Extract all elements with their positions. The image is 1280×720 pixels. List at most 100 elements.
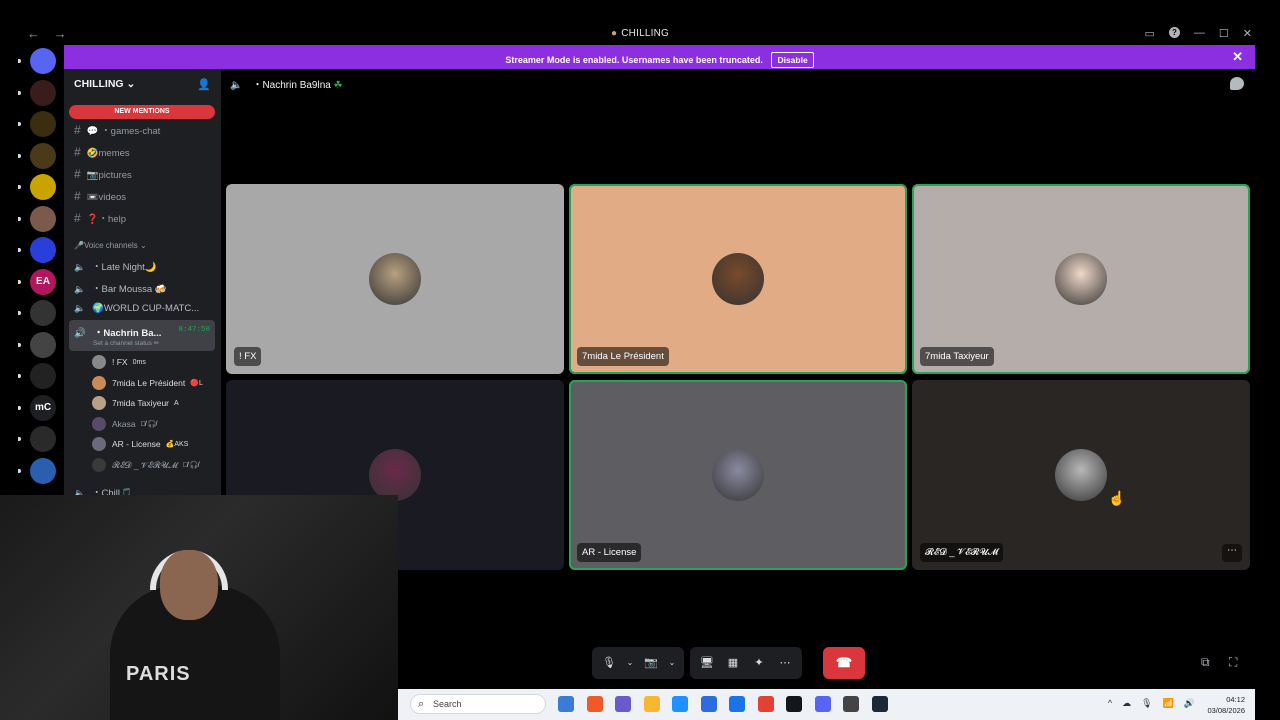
channel-memes[interactable]: # 🤣memes: [74, 145, 130, 159]
unread-pip: [18, 59, 21, 63]
participant-name-label: 𝓡𝓔𝓓 _ 𝓥𝓔𝓡𝓤𝓜: [920, 543, 1004, 562]
tray-icon[interactable]: 📶: [1163, 698, 1174, 709]
chat-bubble-icon[interactable]: [1230, 77, 1244, 90]
microphone-icon[interactable]: 🎙: [598, 652, 620, 674]
voice-member[interactable]: ! FX 0ms: [92, 355, 146, 369]
tray-icon[interactable]: ^: [1108, 698, 1112, 709]
voice-member[interactable]: 7mida Taxiyeur A: [92, 396, 179, 411]
unread-pip: [18, 122, 21, 126]
participant-tile[interactable]: 7mida Taxiyeur: [912, 184, 1250, 374]
server-icon[interactable]: [30, 205, 56, 232]
participant-tile[interactable]: 7mida Le Président: [569, 184, 907, 374]
taskbar-app-icon[interactable]: [615, 696, 631, 712]
voice-channel-bar-moussa[interactable]: 🔈 ・Bar Moussa 🍻: [74, 281, 167, 295]
fullscreen-icon[interactable]: ⛶: [1229, 655, 1237, 670]
voice-member[interactable]: Akasa 🎙̸ 🎧̸: [92, 416, 157, 431]
voice-member[interactable]: AR - License 💰AKS: [92, 437, 189, 452]
taskbar-clock[interactable]: 04:12 03/08/2026: [1207, 694, 1245, 716]
taskbar-app-icon[interactable]: [757, 696, 774, 712]
disconnect-button[interactable]: ☎: [823, 647, 865, 679]
server-icon[interactable]: [30, 457, 56, 484]
more-options-icon[interactable]: ⋯: [774, 652, 796, 674]
taskbar-app-icon[interactable]: [729, 696, 745, 712]
taskbar-app-icon[interactable]: [700, 696, 717, 712]
close-banner-icon[interactable]: ✕: [1232, 49, 1243, 65]
chevron-down-icon[interactable]: ⌄: [624, 652, 636, 674]
server-icon[interactable]: [30, 48, 56, 74]
server-icon[interactable]: [30, 174, 56, 200]
server-icon[interactable]: [30, 142, 56, 169]
taskbar-app-icon[interactable]: [586, 696, 603, 712]
popout-icon[interactable]: ⧉: [1201, 655, 1210, 670]
server-name[interactable]: CHILLING ⌄: [74, 78, 135, 90]
participant-name-label: 7mida Taxiyeur: [920, 347, 994, 366]
voice-channel-world-cup[interactable]: 🔈 🌍WORLD CUP-MATC...: [74, 303, 199, 314]
tray-icon[interactable]: 🎙: [1141, 698, 1152, 709]
channel-games-chat[interactable]: # 💬 ・games-chat: [74, 123, 160, 137]
new-mentions-pill[interactable]: NEW MENTIONS: [69, 105, 215, 119]
member-name: 𝓡𝓔𝓓 _ 𝓥𝓔𝓡𝓤𝓜: [112, 459, 178, 470]
unread-pip: [18, 153, 21, 158]
member-status-tag: 💰AKS: [165, 441, 189, 449]
discord-window: ← → ● CHILLING ▭ ? — ☐ ✕ Streamer Mode is…: [0, 0, 1280, 720]
voice-member[interactable]: 𝓡𝓔𝓓 _ 𝓥𝓔𝓡𝓤𝓜 🎙̸ 🎧̸: [92, 458, 199, 472]
server-icon[interactable]: [30, 331, 56, 358]
tray-icon[interactable]: 🔊: [1184, 698, 1195, 709]
channel-pictures[interactable]: # 📷pictures: [74, 167, 132, 181]
tray-icon[interactable]: ☁: [1122, 698, 1131, 709]
taskbar-app-icon[interactable]: [786, 696, 802, 712]
call-channel-name: ・Nachrin Ba9lna: [252, 80, 331, 91]
taskbar-app-icon[interactable]: [672, 696, 688, 712]
banner-message: Streamer Mode is enabled. Usernames have…: [64, 52, 1255, 68]
avatar: [92, 375, 106, 390]
server-icon[interactable]: [30, 363, 56, 389]
speaker-icon: 🔈: [74, 284, 86, 294]
participant-avatar: [712, 449, 764, 501]
server-icon[interactable]: mC: [30, 394, 56, 421]
minimize-icon[interactable]: —: [1194, 27, 1205, 40]
disable-streamer-mode-button[interactable]: Disable: [771, 52, 814, 68]
voice-member[interactable]: 7mida Le Président 🔴L: [92, 375, 203, 390]
voice-channels-category[interactable]: 🎤Voice channels ⌄: [74, 241, 147, 250]
participant-tile[interactable]: ! FX: [226, 184, 564, 374]
taskbar-app-icon[interactable]: [643, 696, 660, 712]
soundboard-icon[interactable]: ✦: [748, 652, 770, 674]
windows-taskbar: Search ^ ☁ 🎙 📶 🔊 04:12 03/08/2026: [398, 689, 1255, 720]
server-icon[interactable]: [30, 426, 56, 452]
activities-icon[interactable]: ▦: [722, 652, 744, 674]
chevron-down-icon[interactable]: ⌄: [666, 652, 678, 674]
active-voice-channel[interactable]: 🔊 ・Nachrin Ba... 8:47:50 Set a channel st…: [69, 320, 215, 351]
taskbar-app-icon[interactable]: [843, 696, 859, 712]
taskbar-app-icon[interactable]: [814, 696, 831, 712]
call-timer: 8:47:50: [178, 326, 210, 334]
voice-channel-label: 🌍WORLD CUP-MATC...: [92, 303, 200, 314]
clover-icon: ☘: [333, 80, 343, 91]
window-title: ● CHILLING: [0, 28, 1280, 39]
channel-videos[interactable]: # 📼videos: [74, 189, 126, 203]
banner-text: Streamer Mode is enabled. Usernames have…: [505, 55, 763, 65]
set-channel-status[interactable]: Set a channel status ✏: [93, 339, 159, 347]
participant-tile[interactable]: 𝓡𝓔𝓓 _ 𝓥𝓔𝓡𝓤𝓜 ⋯ ☝: [912, 380, 1250, 570]
tile-more-options-icon[interactable]: ⋯: [1222, 544, 1242, 562]
server-icon[interactable]: [30, 237, 56, 263]
camera-off-icon[interactable]: 📷: [640, 652, 662, 674]
taskbar-app-icon[interactable]: [558, 696, 574, 712]
screen-share-icon[interactable]: 🖥: [696, 652, 718, 674]
taskbar-app-icon[interactable]: [871, 696, 888, 712]
server-icon[interactable]: EA: [30, 268, 56, 295]
inbox-icon[interactable]: ▭: [1145, 27, 1155, 40]
server-icon[interactable]: [30, 300, 56, 326]
server-icon[interactable]: [30, 79, 56, 106]
channel-help[interactable]: # ❓・help: [74, 211, 126, 225]
server-icon[interactable]: [30, 111, 56, 137]
participant-tile[interactable]: AR - License: [569, 380, 907, 570]
close-window-icon[interactable]: ✕: [1243, 27, 1252, 40]
hash-icon: #: [74, 189, 81, 203]
taskbar-search[interactable]: Search: [410, 694, 546, 714]
maximize-icon[interactable]: ☐: [1219, 27, 1229, 40]
help-icon[interactable]: ?: [1168, 27, 1180, 38]
voice-channel-late-night[interactable]: 🔈 ・Late Night🌙: [74, 259, 157, 273]
unread-pip: [18, 248, 21, 252]
window-title-text: CHILLING: [621, 28, 669, 39]
invite-people-icon[interactable]: 👤: [197, 78, 211, 91]
